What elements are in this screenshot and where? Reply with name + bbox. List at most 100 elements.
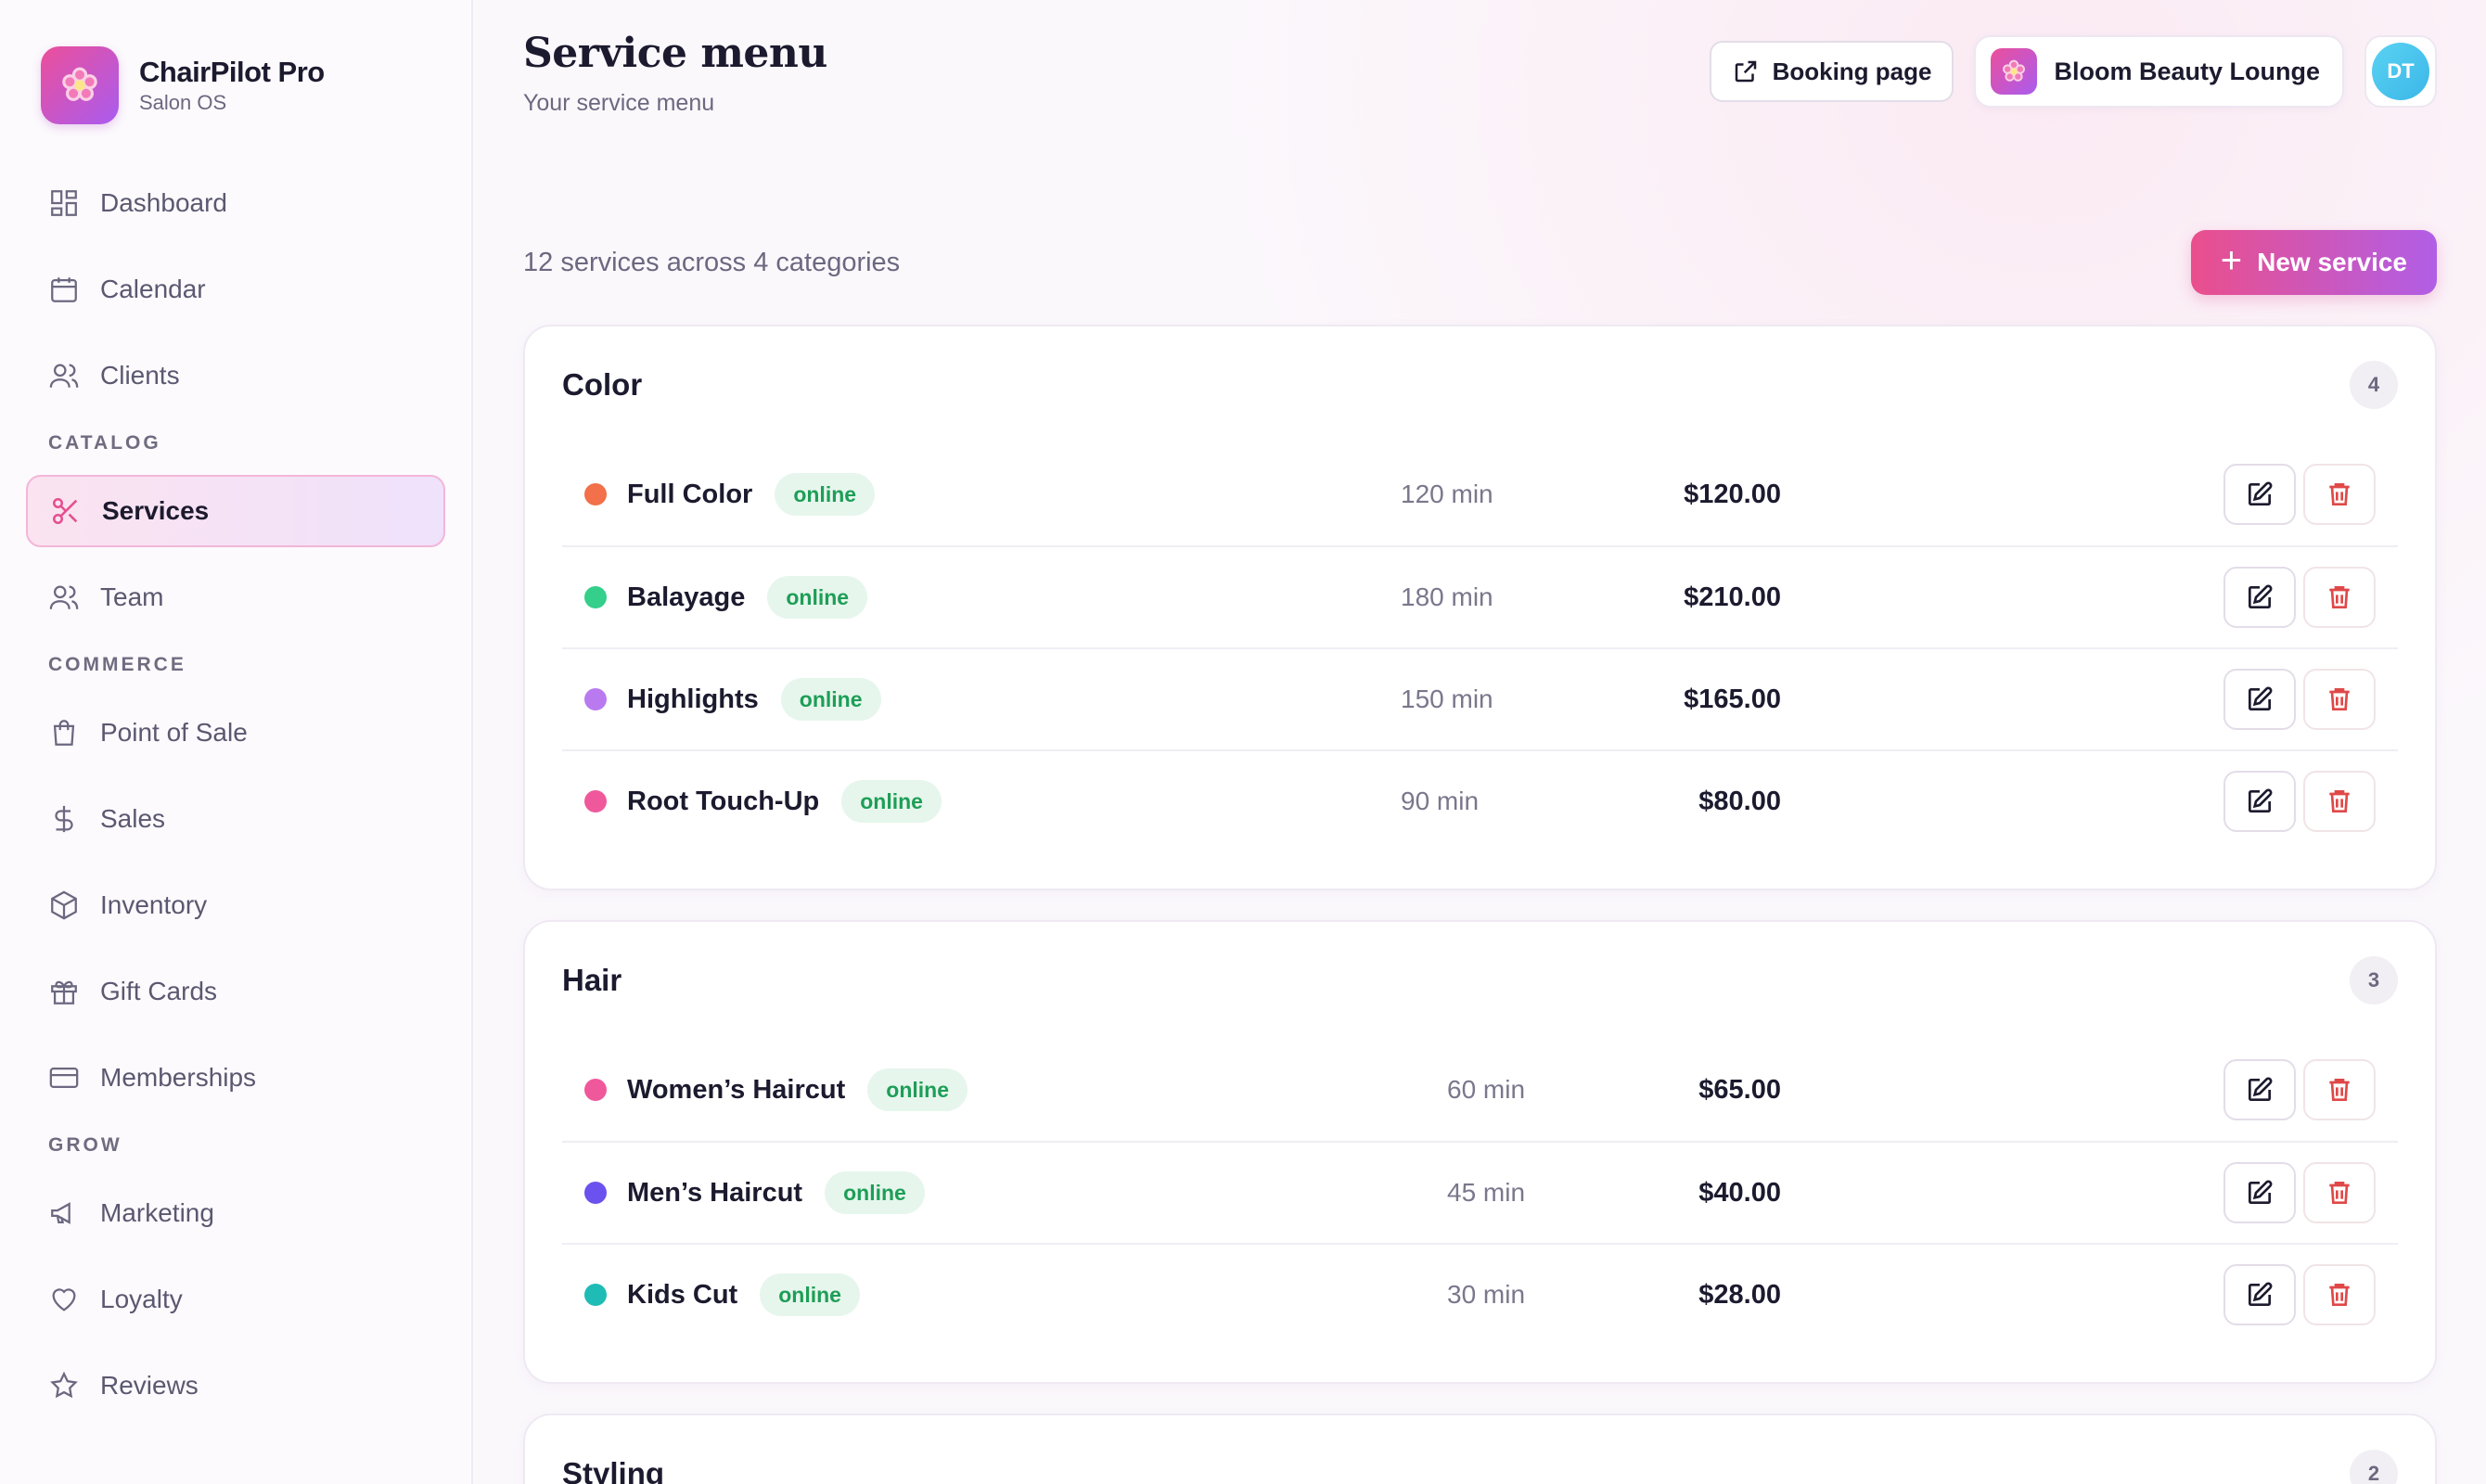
sidebar-item-team[interactable]: Team [26,561,445,633]
delete-service-button[interactable] [2303,1162,2376,1223]
star-icon [50,1371,78,1399]
service-duration: 45 min [1447,1178,1526,1207]
trash-icon [2329,483,2350,505]
edit-service-button[interactable] [2223,567,2296,628]
sidebar-item-label: Team [100,582,164,611]
scissors-icon [52,497,78,525]
dollar-icon [55,805,73,833]
sidebar-item-reviews[interactable]: Reviews [26,1350,445,1422]
service-color-dot [584,688,607,710]
sidebar-item-sales[interactable]: Sales [26,783,445,855]
megaphone-icon [51,1202,70,1224]
box-icon [51,890,77,920]
flower-logo-icon [41,46,119,124]
sidebar-item-dashboard[interactable]: Dashboard [26,167,445,239]
category-count-badge: 3 [2350,956,2398,1004]
delete-service-button[interactable] [2303,1059,2376,1120]
edit-service-button[interactable] [2223,1264,2296,1325]
status-badge: online [775,473,876,516]
brand-subtitle: Salon OS [139,91,227,114]
service-row[interactable]: Balayage online 180 min $210.00 [562,545,2398,647]
booking-page-button[interactable]: Booking page [1709,41,1954,102]
sidebar-item-loyalty[interactable]: Loyalty [26,1263,445,1336]
brand-name: ChairPilot Pro [139,56,325,88]
service-duration: 180 min [1401,582,1493,611]
service-row[interactable]: Highlights online 150 min $165.00 [562,647,2398,749]
service-duration: 60 min [1447,1075,1526,1104]
edit-service-button[interactable] [2223,669,2296,730]
sidebar-item-label: Sales [100,804,166,833]
service-color-dot [584,483,607,505]
sidebar-item-calendar[interactable]: Calendar [26,253,445,326]
sidebar-item-marketing[interactable]: Marketing [26,1177,445,1249]
service-name: Root Touch-Up [627,786,820,816]
topbar: Service menu Your service menu Booking p… [523,30,2437,169]
category-title: Color [562,367,643,402]
service-name: Full Color [627,479,753,509]
category-card: Styling 2 [523,1414,2437,1484]
trash-icon [2329,1079,2350,1101]
main-content: Service menu Your service menu Booking p… [473,0,2486,1484]
edit-icon [2249,584,2273,608]
service-price: $210.00 [1684,582,1781,612]
page-subtitle: Your service menu [523,90,715,116]
sidebar-item-inventory[interactable]: Inventory [26,869,445,941]
delete-service-button[interactable] [2303,464,2376,525]
user-avatar-button[interactable]: DT [2364,35,2437,108]
delete-service-button[interactable] [2303,567,2376,628]
trash-icon [2329,1284,2350,1306]
service-duration: 120 min [1401,480,1493,508]
calendar-icon [51,277,77,302]
sidebar-item-services[interactable]: Services [26,475,445,547]
salon-name: Bloom Beauty Lounge [2054,57,2320,85]
edit-service-button[interactable] [2223,771,2296,832]
delete-service-button[interactable] [2303,1264,2376,1325]
status-badge: online [780,678,881,721]
new-service-button[interactable]: + New service [2190,230,2437,295]
service-price: $40.00 [1698,1177,1781,1208]
service-duration: 150 min [1401,684,1493,713]
nav-section-grow: GROW [48,1134,122,1156]
category-card: Color 4 Full Color online 120 min $120.00 Bala… [523,325,2437,890]
service-color-dot [584,1284,607,1306]
brand[interactable]: ChairPilot Pro Salon OS [26,46,445,124]
edit-icon [2249,686,2273,710]
avatar: DT [2372,43,2429,100]
service-row[interactable]: Men’s Haircut online 45 min $40.00 [562,1141,2398,1243]
service-price: $165.00 [1684,684,1781,714]
sidebar-item-label: Point of Sale [100,718,248,747]
salon-switcher[interactable]: Bloom Beauty Lounge [1974,35,2344,108]
service-row[interactable]: Full Color online 120 min $120.00 [562,443,2398,545]
trash-icon [2329,1182,2350,1204]
sidebar-item-label: Gift Cards [100,977,218,1005]
dashboard-icon [51,190,77,216]
service-price: $80.00 [1698,786,1781,816]
edit-service-button[interactable] [2223,464,2296,525]
trash-icon [2329,688,2350,710]
sidebar-item-label: Clients [100,361,180,390]
delete-service-button[interactable] [2303,669,2376,730]
service-row[interactable]: Women’s Haircut online 60 min $65.00 [562,1039,2398,1141]
sidebar-item-label: Marketing [100,1198,214,1227]
sidebar-item-gift-cards[interactable]: Gift Cards [26,955,445,1028]
edit-service-button[interactable] [2223,1059,2296,1120]
sidebar-item-memberships[interactable]: Memberships [26,1042,445,1114]
sidebar-item-point-of-sale[interactable]: Point of Sale [26,697,445,769]
service-name: Men’s Haircut [627,1177,803,1208]
delete-service-button[interactable] [2303,771,2376,832]
category-count-badge: 2 [2350,1450,2398,1484]
sidebar-item-clients[interactable]: Clients [26,339,445,412]
users-icon [49,364,79,388]
edit-service-button[interactable] [2223,1162,2296,1223]
services-summary: 12 services across 4 categories [523,247,901,277]
category-title: Styling [562,1456,665,1484]
sidebar: ChairPilot Pro Salon OS Dashboard Calend… [0,0,473,1484]
edit-icon [2249,1077,2273,1101]
sidebar-item-label: Inventory [100,890,208,919]
credit-card-icon [49,1067,79,1089]
edit-icon [2249,481,2273,505]
category-card: Hair 3 Women’s Haircut online 60 min $65.00 Me… [523,920,2437,1384]
service-row[interactable]: Root Touch-Up online 90 min $80.00 [562,749,2398,851]
service-row[interactable]: Kids Cut online 30 min $28.00 [562,1243,2398,1345]
service-name: Women’s Haircut [627,1074,846,1105]
